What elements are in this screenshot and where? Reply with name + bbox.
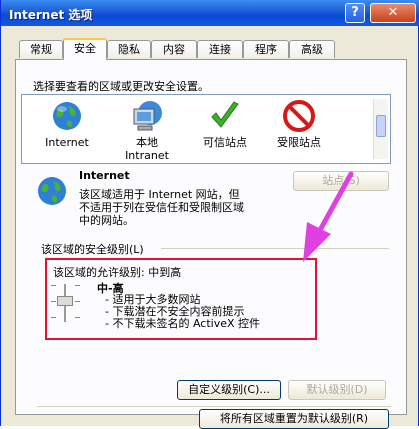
- computer-icon: [133, 101, 162, 131]
- slider-tick: [75, 317, 80, 318]
- security-slider-thumb[interactable]: [57, 296, 73, 306]
- zone-restricted-sites[interactable]: 受限站点: [264, 99, 334, 149]
- sites-button[interactable]: 站点(S): [293, 171, 389, 191]
- tab-privacy[interactable]: 隐私: [107, 40, 151, 58]
- group-bottom-border: [37, 406, 391, 407]
- tab-general[interactable]: 常规: [19, 40, 63, 58]
- allowed-levels-text: 该区域的允许级别: 中到高: [53, 266, 182, 279]
- default-level-button[interactable]: 默认级别(D): [288, 380, 386, 400]
- tab-content[interactable]: 内容: [151, 40, 197, 58]
- internet-options-window: Internet 选项 ? ✕ 常规 安全 隐私 内容 连接 程序 高级 选择要…: [0, 0, 419, 429]
- scrollbar-thumb[interactable]: [376, 115, 386, 137]
- tab-advanced[interactable]: 高级: [289, 40, 335, 58]
- restricted-icon: [283, 100, 315, 132]
- zone-internet[interactable]: Internet: [32, 99, 102, 149]
- slider-tick: [51, 285, 56, 286]
- instruction-text: 选择要查看的区域或更改安全设置。: [33, 80, 209, 93]
- zone-list: Internet 本地 Intranet 可信站点 受限站点: [21, 94, 391, 164]
- globe-icon: [38, 177, 66, 205]
- slider-tick: [51, 317, 56, 318]
- window-title: Internet 选项: [9, 8, 93, 22]
- custom-level-button[interactable]: 自定义级别(C)...: [177, 380, 281, 400]
- reset-all-zones-button[interactable]: 将所有区域重置为默认级别(R): [199, 409, 389, 429]
- globe-icon: [53, 102, 81, 130]
- zone-local-intranet[interactable]: 本地 Intranet: [112, 99, 182, 162]
- tab-security[interactable]: 安全: [63, 38, 107, 60]
- level-description-item: - 不下载未签名的 ActiveX 控件: [105, 317, 261, 330]
- zone-internet-label: Internet: [45, 136, 89, 149]
- slider-tick: [75, 285, 80, 286]
- security-level-group-title: 该区域的安全级别(L): [41, 243, 144, 256]
- selected-zone-name: Internet: [79, 169, 130, 182]
- title-bar[interactable]: Internet 选项 ? ✕: [1, 0, 419, 26]
- help-button[interactable]: ?: [345, 3, 365, 23]
- zone-trusted-sites-label: 可信站点: [203, 136, 247, 149]
- slider-tick: [51, 301, 56, 302]
- zone-description-line: 中的网站。: [79, 214, 134, 227]
- zone-scrollbar[interactable]: [373, 99, 388, 159]
- zone-restricted-sites-label: 受限站点: [277, 136, 321, 149]
- tab-programs[interactable]: 程序: [243, 40, 289, 58]
- zone-local-intranet-label: 本地 Intranet: [125, 136, 169, 162]
- slider-tick: [75, 301, 80, 302]
- zone-trusted-sites[interactable]: 可信站点: [190, 99, 260, 149]
- group-divider: [161, 248, 389, 249]
- tab-connections[interactable]: 连接: [197, 40, 243, 58]
- close-button[interactable]: ✕: [370, 3, 416, 23]
- checkmark-icon: [211, 101, 239, 128]
